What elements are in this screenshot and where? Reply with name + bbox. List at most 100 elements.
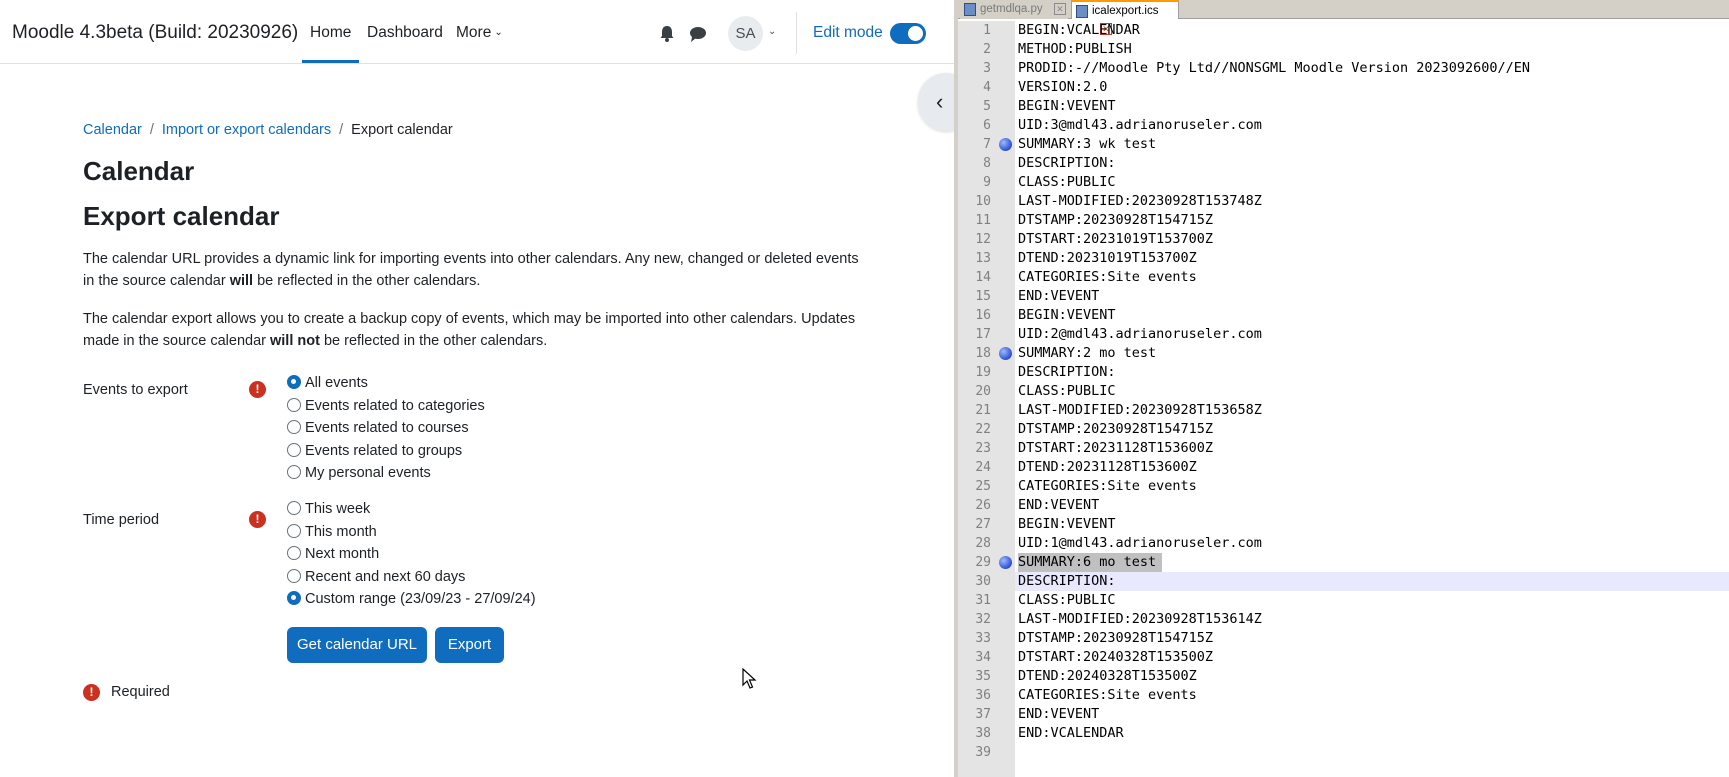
code-line[interactable]: 6 UID:3@mdl43.adrianoruseler.com xyxy=(958,116,1729,135)
radio-button[interactable] xyxy=(287,501,301,515)
get-calendar-url-button[interactable]: Get calendar URL xyxy=(287,627,427,663)
events-option[interactable]: Events related to courses xyxy=(287,420,469,440)
code-text: DTEND:20231019T153700Z xyxy=(1018,250,1197,266)
code-line[interactable]: 4 VERSION:2.0 xyxy=(958,78,1729,97)
code-line[interactable]: 19 DESCRIPTION: xyxy=(958,363,1729,382)
code-line[interactable]: 14 CATEGORIES:Site events xyxy=(958,268,1729,287)
code-line[interactable]: 7 SUMMARY:3 wk test xyxy=(958,135,1729,154)
events-option[interactable]: Events related to groups xyxy=(287,442,462,463)
time-period-option-label: This week xyxy=(305,501,371,517)
site-brand[interactable]: Moodle 4.3beta (Build: 20230926) xyxy=(12,22,298,44)
code-line[interactable]: 36 CATEGORIES:Site events xyxy=(958,686,1729,705)
code-line[interactable]: 31 CLASS:PUBLIC xyxy=(958,591,1729,610)
code-line[interactable]: 33 DTSTAMP:20230928T154715Z xyxy=(958,629,1729,648)
bookmark-icon[interactable] xyxy=(999,347,1012,360)
text-editor-window: getmdlqa.py ✕ icalexport.ics ✕ 1 BEGIN:VC… xyxy=(954,0,1729,777)
code-line[interactable]: 8 DESCRIPTION: xyxy=(958,154,1729,173)
code-line[interactable]: 32 LAST-MODIFIED:20230928T153614Z xyxy=(958,610,1729,629)
events-option[interactable]: My personal events xyxy=(287,465,431,485)
code-line[interactable]: 22 DTSTAMP:20230928T154715Z xyxy=(958,420,1729,439)
required-icon: ! xyxy=(249,381,266,398)
edit-mode-label[interactable]: Edit mode xyxy=(813,24,883,42)
code-line[interactable]: 12 DTSTART:20231019T153700Z xyxy=(958,230,1729,249)
code-line[interactable]: 35 DTEND:20240328T153500Z xyxy=(958,667,1729,686)
bookmark-icon[interactable] xyxy=(999,556,1012,569)
code-line[interactable]: 34 DTSTART:20240328T153500Z xyxy=(958,648,1729,667)
code-line[interactable]: 20 CLASS:PUBLIC xyxy=(958,382,1729,401)
code-line[interactable]: 27 BEGIN:VEVENT xyxy=(958,515,1729,534)
user-avatar[interactable]: SA xyxy=(728,16,763,51)
edit-mode-toggle[interactable] xyxy=(890,23,926,44)
line-number: 12 xyxy=(975,232,991,247)
code-line[interactable]: 9 CLASS:PUBLIC xyxy=(958,173,1729,192)
code-line[interactable]: 3 PRODID:-//Moodle Pty Ltd//NONSGML Moodl… xyxy=(958,59,1729,78)
time-period-option[interactable]: Next month xyxy=(287,546,379,566)
radio-button[interactable] xyxy=(287,397,301,412)
messages-icon[interactable] xyxy=(688,24,708,44)
block-drawer-toggle[interactable]: ‹ xyxy=(918,73,954,131)
code-line[interactable]: 28 UID:1@mdl43.adrianoruseler.com xyxy=(958,534,1729,553)
code-line[interactable]: 10 LAST-MODIFIED:20230928T153748Z xyxy=(958,192,1729,211)
code-text: SUMMARY:3 wk test xyxy=(1018,136,1157,152)
code-line[interactable]: 26 END:VEVENT xyxy=(958,496,1729,515)
breadcrumb-import-export[interactable]: Import or export calendars xyxy=(162,122,331,138)
radio-button[interactable] xyxy=(287,523,301,538)
radio-button[interactable] xyxy=(287,591,301,605)
bell-icon[interactable] xyxy=(657,24,677,44)
code-line[interactable]: 30 DESCRIPTION: xyxy=(958,572,1729,591)
line-number: 37 xyxy=(975,707,991,722)
code-text: CATEGORIES:Site events xyxy=(1018,687,1197,703)
line-number: 27 xyxy=(975,517,991,532)
tab-icalexport[interactable]: icalexport.ics ✕ xyxy=(1071,0,1179,35)
nav-dashboard[interactable]: Dashboard xyxy=(367,24,443,42)
breadcrumb: Calendar / Import or export calendars / Expo… xyxy=(83,122,453,138)
code-line[interactable]: 16 BEGIN:VEVENT xyxy=(958,306,1729,325)
code-line[interactable]: 5 BEGIN:VEVENT xyxy=(958,97,1729,116)
tab-getmdlqa[interactable]: getmdlqa.py ✕ xyxy=(960,0,1068,19)
code-text: UID:3@mdl43.adrianoruseler.com xyxy=(1018,117,1262,133)
close-tab-icon[interactable]: ✕ xyxy=(1053,3,1066,15)
radio-button[interactable] xyxy=(287,465,301,479)
code-text: BEGIN:VEVENT xyxy=(1018,98,1116,114)
radio-button[interactable] xyxy=(287,375,301,389)
user-menu-chevron-icon[interactable]: ⌄ xyxy=(768,26,776,37)
bookmark-icon[interactable] xyxy=(999,138,1012,151)
code-line[interactable]: 29 SUMMARY:6 mo test xyxy=(958,553,1729,572)
code-line[interactable]: 23 DTSTART:20231128T153600Z xyxy=(958,439,1729,458)
export-button[interactable]: Export xyxy=(435,627,504,663)
line-number: 10 xyxy=(975,194,991,209)
time-period-option[interactable]: Recent and next 60 days xyxy=(287,568,465,589)
radio-button[interactable] xyxy=(287,420,301,434)
code-text: DESCRIPTION: xyxy=(1018,155,1116,171)
events-option[interactable]: Events related to categories xyxy=(287,397,485,418)
editor-tab-bar: getmdlqa.py ✕ icalexport.ics ✕ xyxy=(958,0,1729,35)
line-number: 30 xyxy=(975,574,991,589)
time-period-option[interactable]: This week xyxy=(287,501,370,521)
code-line[interactable]: 38 END:VCALENDAR xyxy=(958,724,1729,743)
time-period-option[interactable]: Custom range (23/09/23 - 27/09/24) xyxy=(287,591,536,611)
code-line[interactable]: 39 xyxy=(958,743,1729,762)
radio-button[interactable] xyxy=(287,568,301,583)
code-line[interactable]: 24 DTEND:20231128T153600Z xyxy=(958,458,1729,477)
code-text: SUMMARY:6 mo test xyxy=(1018,553,1163,572)
line-number: 28 xyxy=(975,536,991,551)
code-line[interactable]: 17 UID:2@mdl43.adrianoruseler.com xyxy=(958,325,1729,344)
time-period-option[interactable]: This month xyxy=(287,523,377,544)
code-line[interactable]: 37 END:VEVENT xyxy=(958,705,1729,724)
radio-button[interactable] xyxy=(287,442,301,457)
code-line[interactable]: 2 METHOD:PUBLISH xyxy=(958,40,1729,59)
code-line[interactable]: 25 CATEGORIES:Site events xyxy=(958,477,1729,496)
code-line[interactable]: 1 BEGIN:VCALENDAR xyxy=(958,21,1729,40)
radio-button[interactable] xyxy=(287,546,301,560)
code-line[interactable]: 21 LAST-MODIFIED:20230928T153658Z xyxy=(958,401,1729,420)
breadcrumb-calendar[interactable]: Calendar xyxy=(83,122,142,138)
code-text: CATEGORIES:Site events xyxy=(1018,269,1197,285)
code-line[interactable]: 18 SUMMARY:2 mo test xyxy=(958,344,1729,363)
code-area[interactable]: 1 BEGIN:VCALENDAR 2 METHOD:PUBLISH 3 PRODID:-… xyxy=(958,21,1729,762)
code-line[interactable]: 15 END:VEVENT xyxy=(958,287,1729,306)
nav-home[interactable]: Home xyxy=(310,24,351,42)
events-option[interactable]: All events xyxy=(287,375,368,395)
code-line[interactable]: 11 DTSTAMP:20230928T154715Z xyxy=(958,211,1729,230)
nav-more[interactable]: More ⌄ xyxy=(456,24,503,42)
code-line[interactable]: 13 DTEND:20231019T153700Z xyxy=(958,249,1729,268)
